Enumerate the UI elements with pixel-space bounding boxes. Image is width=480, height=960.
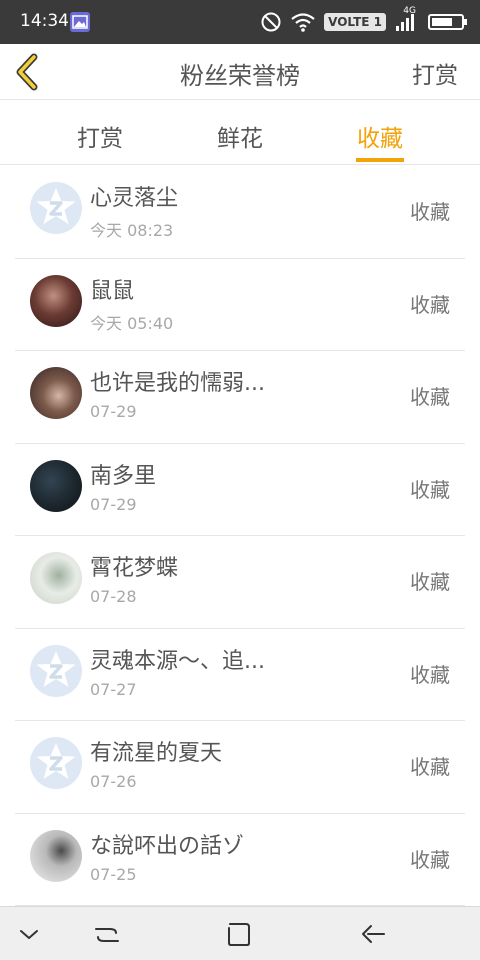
tab-reward[interactable]: 打赏 bbox=[55, 119, 145, 153]
home-icon bbox=[228, 923, 250, 946]
volte-badge: VOLTE 1 bbox=[324, 13, 386, 31]
default-avatar-icon bbox=[30, 644, 82, 697]
fan-list: 心灵落尘 今天 08:23 收藏 鼠鼠 今天 05:40 收藏 也许是我的懦弱.… bbox=[0, 166, 480, 906]
user-name: 霄花梦蝶 bbox=[90, 556, 179, 581]
item-time: 07-29 bbox=[90, 402, 137, 421]
status-bar: 14:34 4G VOLTE 1 bbox=[0, 0, 480, 44]
avatar bbox=[30, 552, 82, 604]
default-avatar-icon bbox=[30, 737, 82, 789]
list-item[interactable]: 心灵落尘 今天 08:23 收藏 bbox=[15, 166, 465, 259]
signal-icon bbox=[396, 14, 414, 31]
list-item[interactable]: 有流星的夏天 07-26 收藏 bbox=[15, 721, 465, 814]
user-name: 灵魂本源～、追... bbox=[90, 648, 265, 674]
item-time: 07-29 bbox=[90, 494, 137, 514]
avatar bbox=[30, 459, 82, 512]
item-time: 07-28 bbox=[90, 587, 137, 606]
item-tag: 收藏 bbox=[410, 755, 450, 779]
list-item[interactable]: 鼠鼠 今天 05:40 收藏 bbox=[15, 259, 465, 351]
item-tag: 收藏 bbox=[410, 292, 450, 317]
item-time: 07-26 bbox=[90, 772, 137, 791]
list-item[interactable]: な說吥出の話ゾ 07-25 收藏 bbox=[15, 814, 465, 906]
avatar bbox=[30, 274, 82, 327]
item-tag: 收藏 bbox=[410, 847, 450, 872]
menu-icon bbox=[95, 928, 119, 942]
avatar bbox=[30, 829, 82, 882]
item-time: 今天 08:23 bbox=[90, 221, 174, 240]
gallery-icon bbox=[70, 12, 90, 32]
item-time: 07-25 bbox=[90, 864, 137, 884]
status-icons: VOLTE 1 bbox=[260, 10, 468, 34]
collapse-button[interactable] bbox=[14, 919, 44, 949]
item-tag: 收藏 bbox=[410, 570, 450, 594]
user-name: 鼠鼠 bbox=[90, 278, 135, 304]
tab-flowers[interactable]: 鲜花 bbox=[195, 119, 285, 153]
wifi-icon bbox=[291, 13, 315, 32]
tab-indicator bbox=[356, 158, 404, 162]
status-time: 14:34 bbox=[20, 11, 69, 31]
user-name: 也许是我的懦弱... bbox=[90, 371, 265, 396]
home-button[interactable] bbox=[224, 919, 254, 949]
list-item[interactable]: 也许是我的懦弱... 07-29 收藏 bbox=[15, 351, 465, 444]
tab-favorites[interactable]: 收藏 bbox=[335, 119, 425, 153]
back-nav-button[interactable] bbox=[358, 919, 388, 949]
reward-button[interactable]: 打赏 bbox=[412, 56, 458, 90]
user-name: 有流星的夏天 bbox=[90, 741, 223, 766]
tab-bar: 打赏 鲜花 收藏 bbox=[0, 101, 480, 165]
avatar bbox=[30, 367, 82, 419]
navigation-bar bbox=[0, 906, 480, 960]
item-tag: 收藏 bbox=[410, 385, 450, 409]
user-name: 南多里 bbox=[90, 463, 157, 489]
back-icon bbox=[362, 925, 385, 943]
collapse-icon bbox=[20, 930, 38, 939]
item-tag: 收藏 bbox=[410, 662, 450, 687]
list-item[interactable]: 南多里 07-29 收藏 bbox=[15, 444, 465, 536]
list-item[interactable]: 霄花梦蝶 07-28 收藏 bbox=[15, 536, 465, 629]
menu-button[interactable] bbox=[92, 919, 122, 949]
item-time: 07-27 bbox=[90, 679, 137, 699]
do-not-disturb-icon bbox=[261, 12, 281, 32]
battery-icon bbox=[428, 14, 467, 30]
default-avatar-icon bbox=[30, 182, 82, 234]
user-name: な說吥出の話ゾ bbox=[90, 833, 245, 859]
list-item[interactable]: 灵魂本源～、追... 07-27 收藏 bbox=[15, 629, 465, 721]
item-tag: 收藏 bbox=[410, 477, 450, 502]
user-name: 心灵落尘 bbox=[90, 186, 179, 211]
page-title: 粉丝荣誉榜 bbox=[180, 62, 300, 90]
title-bar: 粉丝荣誉榜 打赏 bbox=[0, 44, 480, 100]
item-time: 今天 05:40 bbox=[90, 313, 174, 333]
item-tag: 收藏 bbox=[410, 200, 450, 224]
